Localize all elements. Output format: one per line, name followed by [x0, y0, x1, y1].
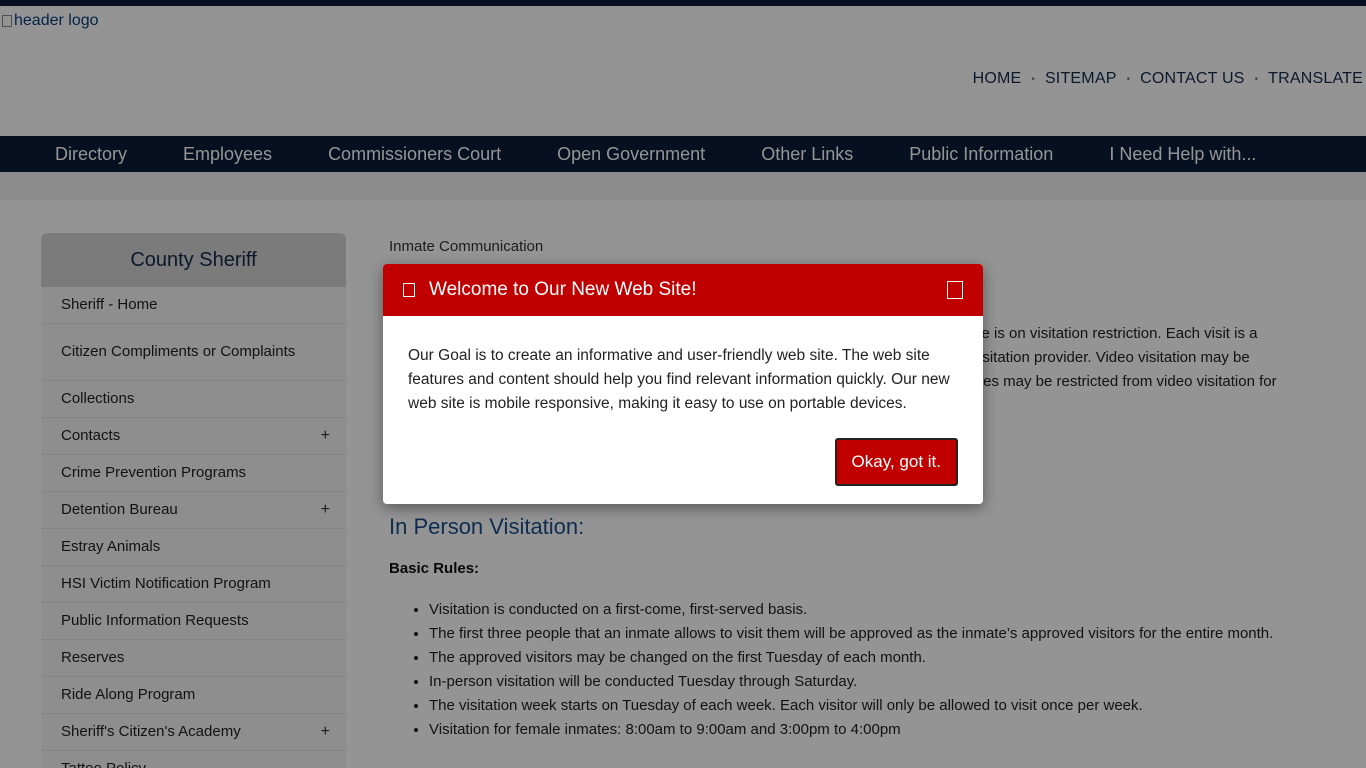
- modal-header: Welcome to Our New Web Site!: [383, 264, 983, 316]
- welcome-modal: Welcome to Our New Web Site! Our Goal is…: [383, 264, 983, 504]
- info-square-icon: [403, 283, 415, 297]
- modal-title: Welcome to Our New Web Site!: [429, 279, 697, 300]
- modal-body: Our Goal is to create an informative and…: [408, 347, 950, 412]
- close-icon[interactable]: [947, 281, 963, 299]
- okay-got-it-button[interactable]: Okay, got it.: [834, 438, 958, 486]
